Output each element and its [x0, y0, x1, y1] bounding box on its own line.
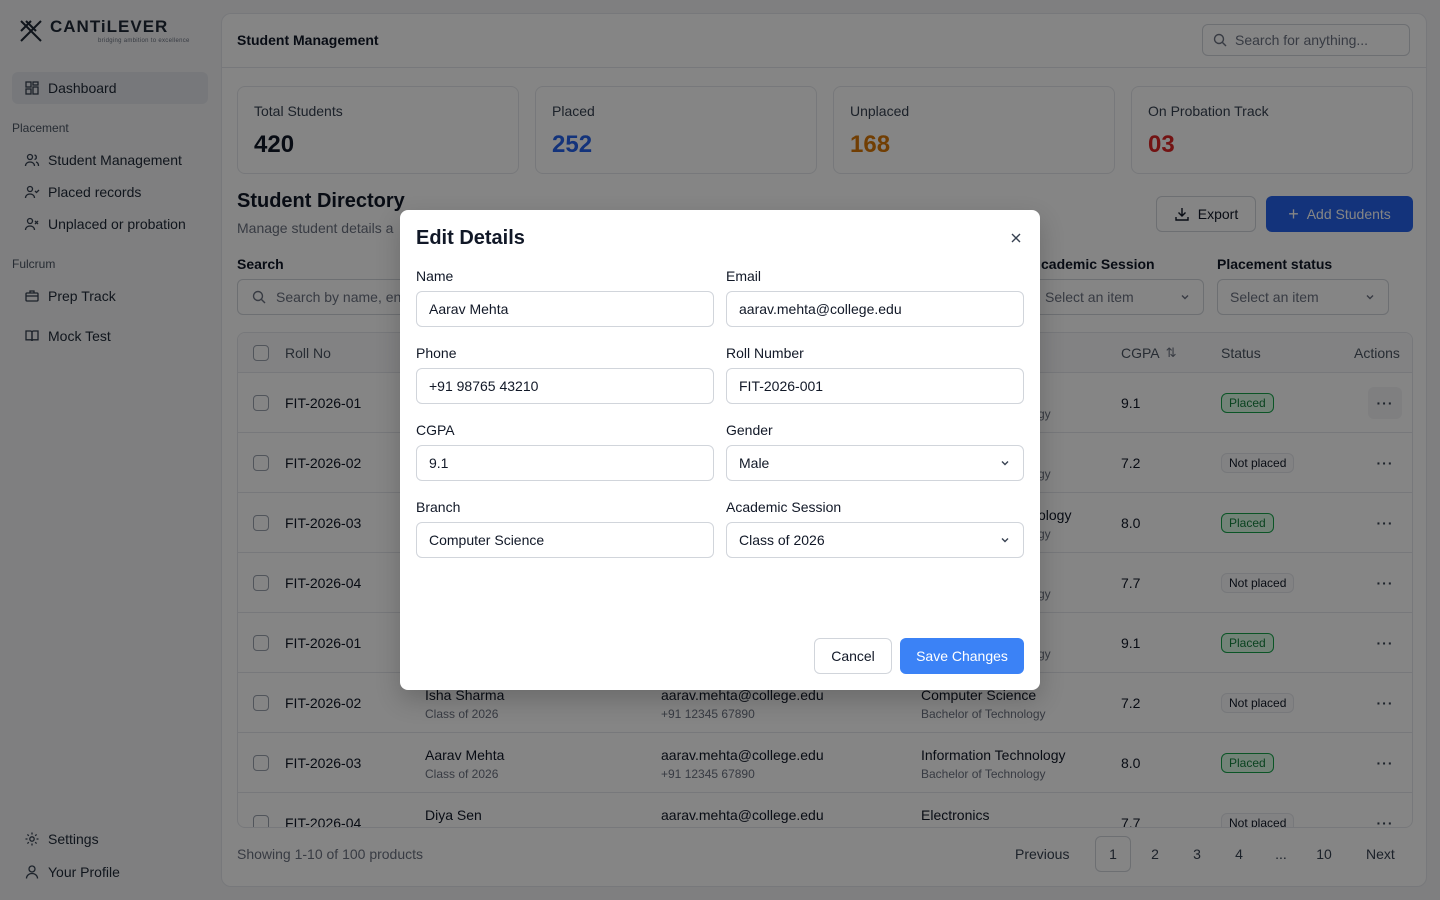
cgpa-label: CGPA — [416, 422, 455, 438]
gender-select[interactable]: Male — [726, 445, 1024, 481]
name-label: Name — [416, 268, 454, 284]
cancel-button[interactable]: Cancel — [814, 638, 892, 674]
gender-select-value: Male — [739, 455, 770, 471]
academic-session-label: Academic Session — [726, 499, 842, 515]
academic-session-select[interactable]: Class of 2026 — [726, 522, 1024, 558]
gender-label: Gender — [726, 422, 773, 438]
email-label: Email — [726, 268, 762, 284]
edit-details-modal: Edit Details Name Aarav Mehta Email aara… — [400, 210, 1040, 690]
modal-title: Edit Details — [416, 227, 525, 249]
chevron-down-icon — [1001, 461, 1009, 466]
roll-number-field[interactable]: FIT-2026-001 — [726, 368, 1024, 404]
phone-field[interactable]: +91 98765 43210 — [416, 368, 714, 404]
academic-session-value: Class of 2026 — [739, 532, 825, 548]
branch-label: Branch — [416, 499, 461, 515]
cgpa-field[interactable]: 9.1 — [416, 445, 714, 481]
phone-label: Phone — [416, 345, 457, 361]
roll-number-label: Roll Number — [726, 345, 804, 361]
name-field[interactable]: Aarav Mehta — [416, 291, 714, 327]
email-field[interactable]: aarav.mehta@college.edu — [726, 291, 1024, 327]
branch-field[interactable]: Computer Science — [416, 522, 714, 558]
chevron-down-icon — [1001, 538, 1009, 543]
close-icon[interactable] — [1008, 230, 1024, 246]
save-changes-button[interactable]: Save Changes — [900, 638, 1024, 674]
